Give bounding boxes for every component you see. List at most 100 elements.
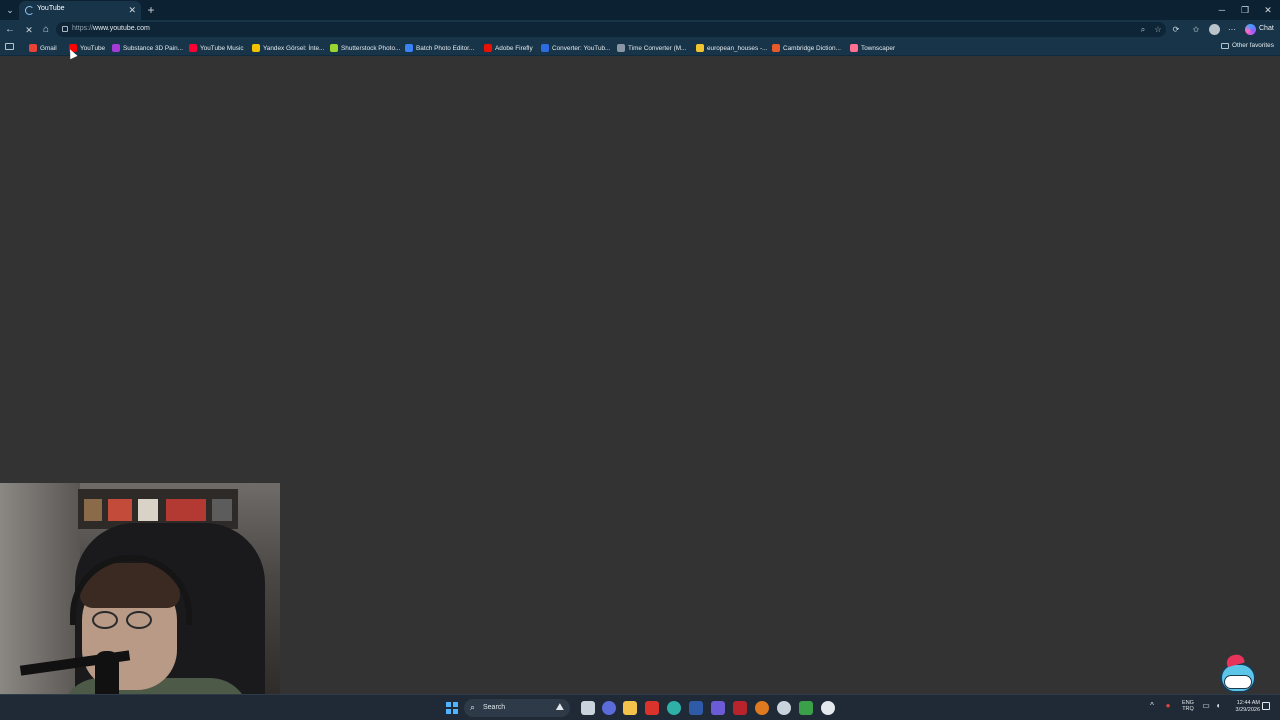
chrome-icon[interactable] xyxy=(777,701,791,715)
bookmark-label: Substance 3D Pain... xyxy=(123,44,184,52)
bookmark-item[interactable]: Yandex Görsel: İnte... xyxy=(252,42,324,54)
glasses-left xyxy=(92,611,118,629)
search-icon: ⌕ xyxy=(470,702,476,712)
bookmarks-bar: Gmail YouTube Substance 3D Pain... YouTube … xyxy=(0,39,1280,56)
tab-youtube[interactable]: YouTube ✕ xyxy=(19,1,141,20)
start-windows-icon[interactable] xyxy=(446,702,458,714)
more-menu-icon[interactable]: ⋯ xyxy=(1225,23,1239,36)
teams-icon[interactable] xyxy=(602,701,616,715)
folder-icon xyxy=(1221,42,1229,49)
stop-loading-button[interactable]: ✕ xyxy=(22,23,36,37)
edge-icon[interactable] xyxy=(667,701,681,715)
new-tab-button[interactable]: + xyxy=(144,2,158,18)
notifications-icon[interactable] xyxy=(1262,702,1270,710)
app-icon-orange[interactable] xyxy=(755,701,769,715)
restore-button[interactable]: ❐ xyxy=(1238,3,1252,17)
file-explorer-icon[interactable] xyxy=(623,701,637,715)
taskbar: ⌕ Search ⛰ ^ ● ENG TRQ ▭ ◖ 12:44 AM 3/29… xyxy=(0,694,1280,720)
profile-avatar[interactable] xyxy=(1209,24,1220,35)
app-icon-green[interactable] xyxy=(799,701,813,715)
mic-tray-icon[interactable]: ● xyxy=(1162,701,1174,710)
language-secondary: TRQ xyxy=(1182,706,1194,712)
tab-strip: ⌄ YouTube ✕ + ─ ❐ ✕ xyxy=(0,0,1280,20)
search-highlight-icon: ⛰ xyxy=(555,702,564,713)
shelf-item xyxy=(84,499,102,521)
system-clock[interactable]: 12:44 AM 3/29/2026 xyxy=(1228,700,1260,714)
youtube-music-icon xyxy=(189,44,197,52)
bookmark-item[interactable]: Townscaper xyxy=(850,42,895,54)
bookmark-item[interactable]: Cambridge Diction... xyxy=(772,42,841,54)
apps-icon[interactable] xyxy=(5,43,14,50)
search-label: Search xyxy=(483,704,506,711)
shelf-item xyxy=(212,499,232,521)
task-view-icon[interactable] xyxy=(581,701,595,715)
browser-essentials-icon[interactable]: ⟳ xyxy=(1169,23,1183,36)
language-indicator[interactable]: ENG TRQ xyxy=(1180,700,1196,712)
app-icon-red[interactable] xyxy=(733,701,747,715)
site-info-icon[interactable] xyxy=(62,26,68,32)
webcam-overlay xyxy=(0,483,280,720)
bookmark-item[interactable]: Time Converter (M... xyxy=(617,42,686,54)
favorite-star-icon[interactable]: ☆ xyxy=(1153,25,1163,34)
mascot-gamepad xyxy=(1224,675,1252,689)
other-favorites-label: Other favorites xyxy=(1232,42,1274,49)
minimize-button[interactable]: ─ xyxy=(1215,3,1229,17)
app-icon-blue[interactable] xyxy=(689,701,703,715)
shelf-item xyxy=(108,499,132,521)
taskbar-search[interactable]: ⌕ Search ⛰ xyxy=(464,699,570,717)
home-button[interactable]: ⌂ xyxy=(39,23,53,37)
app-icon-purple[interactable] xyxy=(711,701,725,715)
bookmark-label: Cambridge Diction... xyxy=(783,44,841,52)
bookmark-item[interactable]: Converter: YouTub... xyxy=(541,42,610,54)
cambridge-icon xyxy=(772,44,780,52)
bookmark-item[interactable]: Batch Photo Editor... xyxy=(405,42,474,54)
copilot-icon[interactable] xyxy=(1245,24,1256,35)
unreal-engine-icon[interactable] xyxy=(821,701,835,715)
show-hidden-icons[interactable]: ^ xyxy=(1146,701,1158,710)
bookmark-label: Gmail xyxy=(40,44,57,52)
tab-actions-menu-button[interactable]: ⌄ xyxy=(2,2,18,18)
clock-date: 3/29/2026 xyxy=(1235,707,1260,713)
bookmark-item[interactable]: european_houses -... xyxy=(696,42,767,54)
adobe-firefly-icon xyxy=(484,44,492,52)
favorites-icon[interactable]: ✩ xyxy=(1189,23,1203,36)
bookmark-item[interactable]: Gmail xyxy=(29,42,57,54)
url-host: www.youtube.com xyxy=(93,25,150,32)
gamepad-mascot-icon xyxy=(1216,652,1260,697)
filezilla-icon[interactable] xyxy=(645,701,659,715)
converter-icon xyxy=(541,44,549,52)
back-button[interactable]: ← xyxy=(3,23,17,37)
network-icon[interactable]: ▭ xyxy=(1200,701,1212,710)
close-tab-icon[interactable]: ✕ xyxy=(128,4,136,16)
bookmark-label: Time Converter (M... xyxy=(628,44,687,52)
chat-label[interactable]: Chat xyxy=(1259,25,1274,32)
shelf-item xyxy=(138,499,158,521)
yandex-images-icon xyxy=(252,44,260,52)
screen: ⌄ YouTube ✕ + ─ ❐ ✕ ← ✕ ⌂ https://www.yo… xyxy=(0,0,1280,720)
glasses-right xyxy=(126,611,152,629)
bookmark-label: Shutterstock Photo... xyxy=(341,44,401,52)
bookmark-item[interactable]: Shutterstock Photo... xyxy=(330,42,400,54)
bookmark-label: Converter: YouTub... xyxy=(552,44,611,52)
zoom-icon[interactable]: ⌕ xyxy=(1138,25,1148,35)
bookmark-item[interactable]: YouTube Music xyxy=(189,42,244,54)
european-houses-icon xyxy=(696,44,704,52)
loading-spinner-icon xyxy=(25,6,34,15)
bookmark-label: Adobe Firefly xyxy=(495,44,533,52)
shutterstock-icon xyxy=(330,44,338,52)
bookmark-label: Yandex Görsel: İnte... xyxy=(263,44,325,52)
browser-toolbar: ← ✕ ⌂ https://www.youtube.com ⌕ ☆ ⟳ ✩ ⋯ … xyxy=(0,20,1280,39)
bookmark-item[interactable]: Substance 3D Pain... xyxy=(112,42,183,54)
close-window-button[interactable]: ✕ xyxy=(1261,3,1275,17)
bookmark-label: Townscaper xyxy=(861,44,896,52)
address-url[interactable]: https://www.youtube.com xyxy=(72,25,150,32)
address-bar[interactable]: https://www.youtube.com ⌕ ☆ xyxy=(56,22,1166,37)
other-favorites-folder[interactable]: Other favorites xyxy=(1221,42,1274,49)
townscaper-icon xyxy=(850,44,858,52)
bookmark-label: european_houses -... xyxy=(707,44,768,52)
bookmark-item[interactable]: Adobe Firefly xyxy=(484,42,533,54)
bookmark-label: Batch Photo Editor... xyxy=(416,44,475,52)
url-scheme: https:// xyxy=(72,25,94,32)
gmail-icon xyxy=(29,44,37,52)
volume-icon[interactable]: ◖ xyxy=(1212,701,1224,710)
